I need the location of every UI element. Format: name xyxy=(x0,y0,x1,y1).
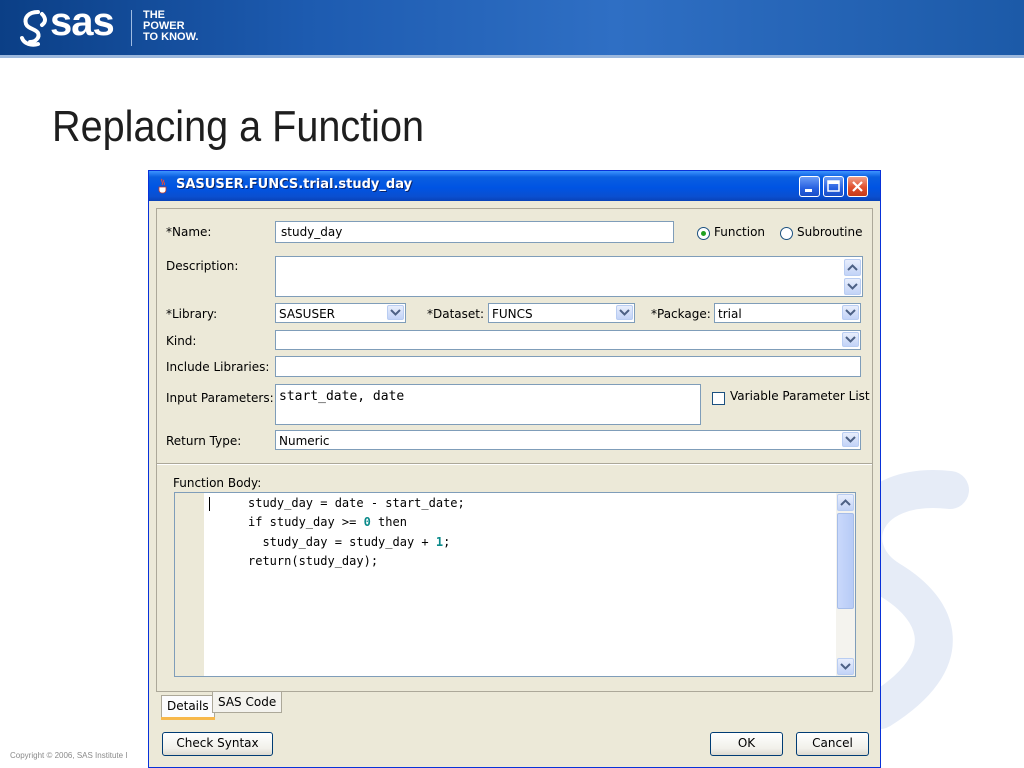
kind-dropdown-button[interactable] xyxy=(842,332,859,347)
chevron-down-icon xyxy=(840,663,851,670)
function-body-editor[interactable]: study_day = date - start_date; if study_… xyxy=(174,492,856,677)
code-token: if study_day >= xyxy=(248,515,364,529)
subroutine-radio-label[interactable]: Subroutine xyxy=(797,225,862,239)
input-parameters-input[interactable]: start_date, date xyxy=(275,384,701,425)
code-token: return(study_day); xyxy=(248,554,379,568)
tab-details[interactable]: Details xyxy=(161,695,215,720)
package-select[interactable]: trial xyxy=(714,303,861,323)
chevron-down-icon xyxy=(847,283,858,290)
editor-scrollbar[interactable] xyxy=(836,493,855,676)
editor-scroll-down[interactable] xyxy=(837,658,854,675)
number-literal: 1 xyxy=(435,535,444,549)
function-radio-label[interactable]: Function xyxy=(714,225,765,239)
editor-scroll-thumb[interactable] xyxy=(837,513,854,609)
number-literal: 0 xyxy=(363,515,371,529)
tab-sas-code[interactable]: SAS Code xyxy=(212,691,283,713)
include-libraries-label: Include Libraries: xyxy=(166,360,270,374)
return-type-label: Return Type: xyxy=(166,434,242,448)
tagline-line: TO KNOW. xyxy=(143,31,199,43)
dataset-select[interactable]: FUNCS xyxy=(488,303,635,323)
include-libraries-input[interactable] xyxy=(275,356,861,377)
sas-wordmark: sas xyxy=(50,0,115,44)
slide-title: Replacing a Function xyxy=(52,102,425,151)
details-panel: *Name: study_day Function Subroutine Des… xyxy=(156,208,873,692)
input-parameters-label: Input Parameters: xyxy=(166,391,274,405)
return-type-select[interactable]: Numeric xyxy=(275,430,861,450)
code-line: return(study_day); xyxy=(248,554,378,568)
package-label: *Package: xyxy=(651,307,711,321)
close-button[interactable] xyxy=(847,176,868,197)
editor-scroll-up[interactable] xyxy=(837,494,854,511)
chevron-up-icon xyxy=(840,499,851,506)
description-scroll-up[interactable] xyxy=(844,259,861,276)
code-token: study_day = date - start_date; xyxy=(248,496,465,510)
name-input[interactable]: study_day xyxy=(275,221,674,243)
description-scroll-down[interactable] xyxy=(844,278,861,295)
package-value: trial xyxy=(718,307,742,321)
code-token: then xyxy=(370,515,407,529)
package-dropdown-button[interactable] xyxy=(842,305,859,320)
chevron-down-icon xyxy=(845,309,856,316)
dataset-label: *Dataset: xyxy=(427,307,485,321)
tab-details-label: Details xyxy=(167,699,209,713)
active-tab-indicator xyxy=(161,717,215,720)
function-editor-window: SASUSER.FUNCS.trial.study_day *Name: stu… xyxy=(148,170,881,768)
name-label: *Name: xyxy=(166,225,212,239)
minimize-button[interactable] xyxy=(799,176,820,197)
logo-separator xyxy=(131,10,132,46)
library-select[interactable]: SASUSER xyxy=(275,303,406,323)
chevron-down-icon xyxy=(390,309,401,316)
library-value: SASUSER xyxy=(279,307,335,321)
cancel-button[interactable]: Cancel xyxy=(796,732,869,756)
function-body-label: Function Body: xyxy=(173,476,262,490)
window-titlebar[interactable]: SASUSER.FUNCS.trial.study_day xyxy=(149,171,880,201)
maximize-icon xyxy=(827,180,840,192)
close-icon xyxy=(852,181,863,192)
chevron-down-icon xyxy=(619,309,630,316)
code-line: study_day = date - start_date; xyxy=(248,496,465,510)
sas-banner: sas THE POWER TO KNOW. xyxy=(0,0,1024,58)
return-type-dropdown-button[interactable] xyxy=(842,432,859,447)
chevron-down-icon xyxy=(845,436,856,443)
library-dropdown-button[interactable] xyxy=(387,305,404,320)
copyright-text: Copyright © 2006, SAS Institute I xyxy=(10,751,128,760)
chevron-up-icon xyxy=(847,264,858,271)
radio-selected-dot xyxy=(701,231,706,236)
tab-sas-code-label: SAS Code xyxy=(218,695,277,709)
function-radio[interactable] xyxy=(697,227,710,240)
description-input[interactable] xyxy=(275,256,863,297)
tagline: THE POWER TO KNOW. xyxy=(143,10,198,43)
description-label: Description: xyxy=(166,259,239,273)
code-line: if study_day >= 0 then xyxy=(248,515,407,529)
variable-parameter-list-checkbox[interactable] xyxy=(712,392,725,405)
code-token: ; xyxy=(443,535,451,549)
code-line: study_day = study_day + 1; xyxy=(248,535,450,549)
variable-parameter-list-label[interactable]: Variable Parameter List xyxy=(730,389,870,403)
dataset-dropdown-button[interactable] xyxy=(616,305,633,320)
subroutine-radio[interactable] xyxy=(780,227,793,240)
section-divider xyxy=(157,463,872,465)
ok-button[interactable]: OK xyxy=(710,732,783,756)
return-type-value: Numeric xyxy=(279,434,330,448)
banner-rule xyxy=(0,55,1024,58)
java-cup-icon xyxy=(158,178,167,194)
code-token: study_day = study_day + xyxy=(248,535,436,549)
kind-label: Kind: xyxy=(166,334,197,348)
window-title: SASUSER.FUNCS.trial.study_day xyxy=(176,177,413,192)
chevron-down-icon xyxy=(845,336,856,343)
minimize-icon xyxy=(805,189,812,192)
dataset-value: FUNCS xyxy=(492,307,533,321)
editor-gutter xyxy=(175,493,204,676)
text-caret xyxy=(209,497,210,511)
kind-select[interactable] xyxy=(275,330,861,350)
check-syntax-button[interactable]: Check Syntax xyxy=(162,732,273,756)
library-label: *Library: xyxy=(166,307,218,321)
maximize-button[interactable] xyxy=(823,176,844,197)
